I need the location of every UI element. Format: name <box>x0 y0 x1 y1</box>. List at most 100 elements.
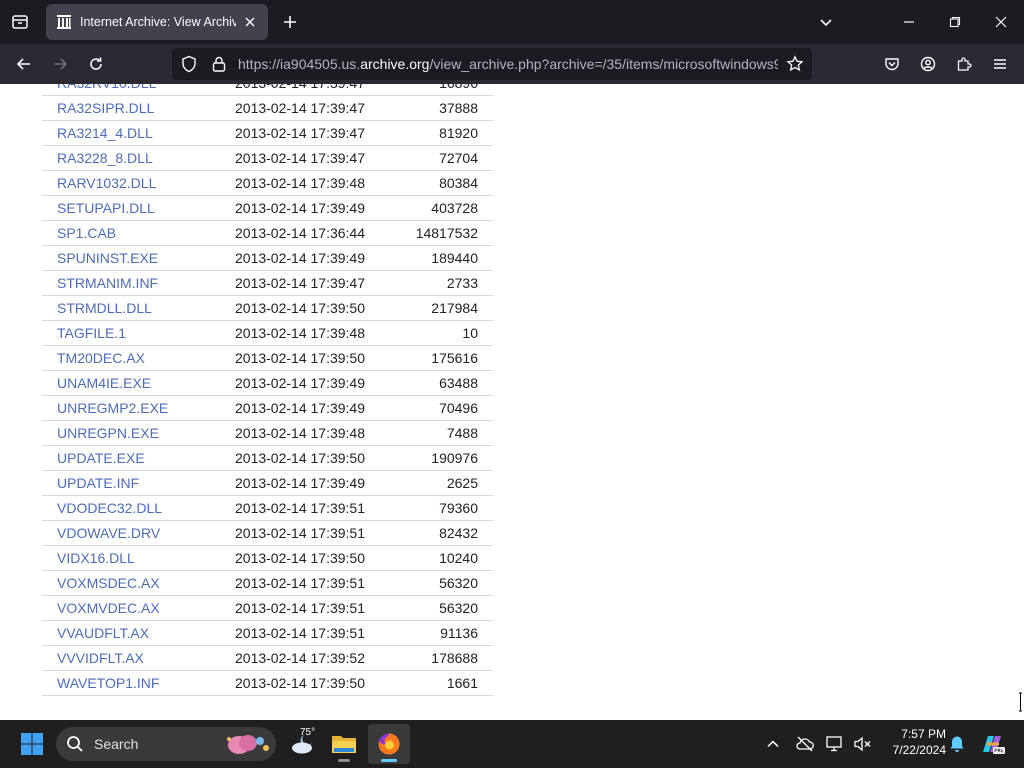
file-date-cell: 2013-02-14 17:39:48 <box>235 420 399 446</box>
table-row: VVVIDFLT.AX 2013-02-14 17:39:52 178688 <box>42 645 493 671</box>
file-date-cell: 2013-02-14 17:39:50 <box>235 295 399 321</box>
file-link[interactable]: TM20DEC.AX <box>57 350 145 366</box>
file-name-cell: VIDX16.DLL <box>42 545 235 571</box>
speaker-muted-icon <box>854 736 871 752</box>
copilot-button[interactable] <box>974 724 1010 764</box>
new-tab-button[interactable] <box>276 8 304 36</box>
app-menu-button[interactable] <box>984 48 1016 80</box>
file-size-cell: 56320 <box>399 570 493 596</box>
plus-icon <box>284 16 296 28</box>
pocket-button[interactable] <box>876 48 908 80</box>
bookmark-star-icon[interactable] <box>786 55 804 73</box>
close-icon <box>995 16 1007 28</box>
file-link[interactable]: UNAM4IE.EXE <box>57 375 151 391</box>
tracking-protection-shield-icon[interactable] <box>180 55 198 73</box>
network-monitor-icon <box>826 736 842 752</box>
file-date-cell: 2013-02-14 17:39:47 <box>235 270 399 296</box>
active-indicator <box>381 759 397 762</box>
minimize-icon <box>904 21 914 23</box>
file-explorer-button[interactable] <box>324 724 364 764</box>
system-clock[interactable]: 7:57 PM 7/22/2024 <box>880 726 946 758</box>
file-date-cell: 2013-02-14 17:39:49 <box>235 245 399 271</box>
file-link[interactable]: SP1.CAB <box>57 225 116 241</box>
list-all-tabs-button[interactable] <box>812 8 840 36</box>
file-date-cell: 2013-02-14 17:39:50 <box>235 670 399 696</box>
table-row: STRMDLL.DLL 2013-02-14 17:39:50 217984 <box>42 295 493 321</box>
file-link[interactable]: RA32SIPR.DLL <box>57 100 154 116</box>
file-link[interactable]: WAVETOP1.INF <box>57 675 159 691</box>
file-date-cell: 2013-02-14 17:39:50 <box>235 445 399 471</box>
back-button[interactable] <box>8 48 40 80</box>
show-hidden-icons-button[interactable] <box>760 724 786 764</box>
close-window-button[interactable] <box>978 0 1024 44</box>
file-date-cell: 2013-02-14 17:36:44 <box>235 220 399 246</box>
file-name-cell: UNREGPN.EXE <box>42 420 235 446</box>
file-link[interactable]: SETUPAPI.DLL <box>57 200 155 216</box>
table-row: RA32SIPR.DLL 2013-02-14 17:39:47 37888 <box>42 95 493 121</box>
file-link[interactable]: STRMDLL.DLL <box>57 300 152 316</box>
file-link[interactable]: VDOWAVE.DRV <box>57 525 160 541</box>
onedrive-button[interactable] <box>792 724 818 764</box>
network-button[interactable] <box>822 724 848 764</box>
url-text[interactable]: https://ia904505.us.archive.org/view_arc… <box>238 48 778 80</box>
forward-button[interactable] <box>44 48 76 80</box>
file-link[interactable]: TAGFILE.1 <box>57 325 126 341</box>
firefox-icon <box>378 733 400 755</box>
file-date-cell: 2013-02-14 17:39:49 <box>235 395 399 421</box>
firefox-taskbar-button[interactable] <box>368 724 410 764</box>
file-link[interactable]: STRMANIM.INF <box>57 275 158 291</box>
file-link[interactable]: RARV1032.DLL <box>57 175 156 191</box>
file-link[interactable]: UNREGMP2.EXE <box>57 400 168 416</box>
taskbar-search-box[interactable]: Search <box>56 727 276 761</box>
address-bar[interactable]: https://ia904505.us.archive.org/view_arc… <box>172 48 812 80</box>
file-link[interactable]: VDODEC32.DLL <box>57 500 162 516</box>
file-link[interactable]: VVVIDFLT.AX <box>57 650 144 666</box>
file-size-cell: 2733 <box>399 270 493 296</box>
table-row: SPUNINST.EXE 2013-02-14 17:39:49 189440 <box>42 245 493 271</box>
file-size-cell: 16896 <box>399 84 493 96</box>
active-tab[interactable]: Internet Archive: View Archive <box>46 4 268 40</box>
file-size-cell: 56320 <box>399 595 493 621</box>
notifications-button[interactable] <box>946 724 968 764</box>
file-date-cell: 2013-02-14 17:39:50 <box>235 345 399 371</box>
file-size-cell: 178688 <box>399 645 493 671</box>
volume-button[interactable] <box>850 724 876 764</box>
file-name-cell: UNAM4IE.EXE <box>42 370 235 396</box>
file-size-cell: 82432 <box>399 520 493 546</box>
reload-button[interactable] <box>80 48 112 80</box>
minimize-button[interactable] <box>886 0 932 44</box>
file-link[interactable]: VVAUDFLT.AX <box>57 625 149 641</box>
tab-list-button[interactable] <box>4 6 36 38</box>
file-date-cell: 2013-02-14 17:39:51 <box>235 495 399 521</box>
page-content: RA32RV10.DLL2013-02-14 17:39:4716896RA32… <box>0 84 1024 720</box>
file-link[interactable]: UPDATE.EXE <box>57 450 145 466</box>
file-date-cell: 2013-02-14 17:39:51 <box>235 520 399 546</box>
file-link[interactable]: VOXMSDEC.AX <box>57 575 160 591</box>
file-name-cell: SPUNINST.EXE <box>42 245 235 271</box>
file-link[interactable]: VIDX16.DLL <box>57 550 135 566</box>
file-size-cell: 7488 <box>399 420 493 446</box>
restore-button[interactable] <box>932 0 978 44</box>
table-row: VDOWAVE.DRV 2013-02-14 17:39:51 82432 <box>42 520 493 546</box>
windows-logo-icon <box>21 733 43 755</box>
file-name-cell: TM20DEC.AX <box>42 345 235 371</box>
tab-close-icon[interactable] <box>240 12 260 32</box>
file-date-cell: 2013-02-14 17:39:47 <box>235 120 399 146</box>
file-size-cell: 175616 <box>399 345 493 371</box>
file-link[interactable]: RA32RV10.DLL <box>57 84 156 91</box>
file-link[interactable]: UPDATE.INF <box>57 475 139 491</box>
file-size-cell: 81920 <box>399 120 493 146</box>
file-link[interactable]: UNREGPN.EXE <box>57 425 159 441</box>
start-button[interactable] <box>12 724 52 764</box>
file-link[interactable]: VOXMVDEC.AX <box>57 600 160 616</box>
file-link[interactable]: SPUNINST.EXE <box>57 250 158 266</box>
file-link[interactable]: RA3214_4.DLL <box>57 125 153 141</box>
lock-icon[interactable] <box>210 55 228 73</box>
account-button[interactable] <box>912 48 944 80</box>
file-name-cell: VOXMVDEC.AX <box>42 595 235 621</box>
file-date-cell: 2013-02-14 17:39:51 <box>235 570 399 596</box>
file-link[interactable]: RA3228_8.DLL <box>57 150 153 166</box>
extensions-button[interactable] <box>948 48 980 80</box>
file-name-cell: VDODEC32.DLL <box>42 495 235 521</box>
file-size-cell: 217984 <box>399 295 493 321</box>
